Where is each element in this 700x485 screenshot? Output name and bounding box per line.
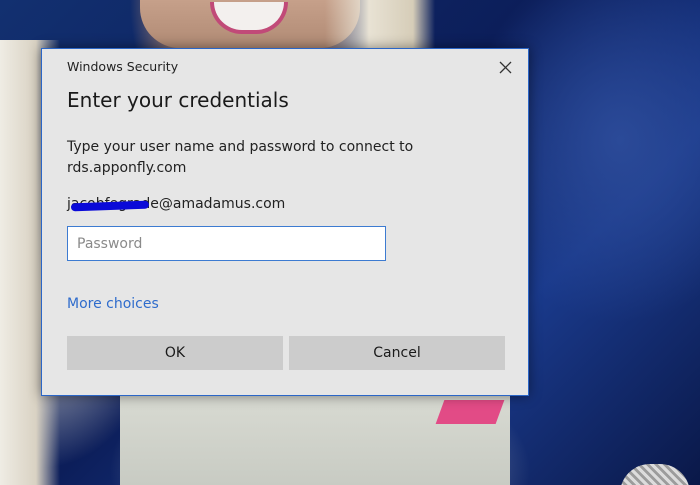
ok-button[interactable]: OK	[67, 336, 283, 370]
cancel-button[interactable]: Cancel	[289, 336, 505, 370]
username-label: jacobfegrade@amadamus.com	[67, 196, 285, 212]
more-choices-link[interactable]: More choices	[67, 296, 159, 312]
window-title: Windows Security	[67, 59, 179, 74]
password-input[interactable]	[67, 226, 386, 261]
desktop-background: Windows Security Enter your credentials …	[0, 0, 700, 485]
wallpaper-microphone	[620, 464, 690, 485]
wallpaper-hair-right	[325, 0, 435, 48]
dialog-instructions: Type your user name and password to conn…	[67, 139, 414, 176]
title-bar[interactable]: Windows Security	[42, 49, 528, 83]
credentials-dialog: Windows Security Enter your credentials …	[41, 48, 529, 396]
close-button[interactable]	[492, 55, 518, 79]
wallpaper-pink-accent	[435, 400, 505, 424]
close-icon	[499, 61, 511, 73]
dialog-heading: Enter your credentials	[67, 88, 289, 112]
